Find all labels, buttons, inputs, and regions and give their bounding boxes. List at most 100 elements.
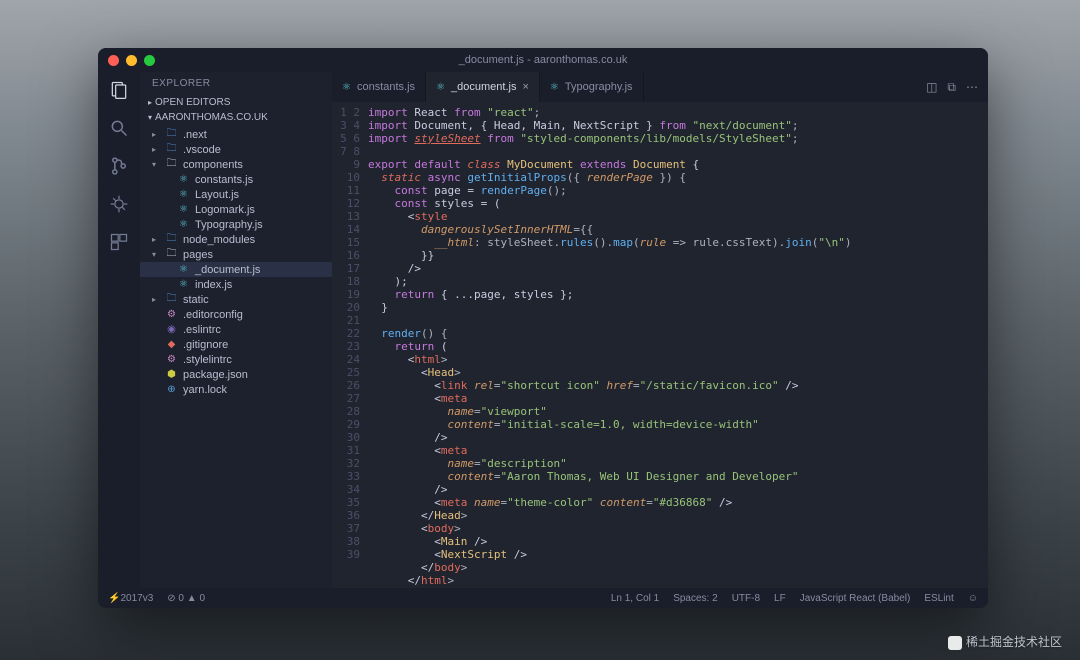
maximize-window-button[interactable] [144, 55, 155, 66]
status-item[interactable]: ⚡2017v3 [108, 593, 153, 604]
file-item[interactable]: ⚙ .editorconfig [140, 307, 332, 322]
tabs-bar: ⚛ constants.js ⚛ _document.js × ⚛ Typography.j… [332, 72, 988, 102]
status-item[interactable]: LF [774, 593, 786, 604]
folder-item[interactable]: ▾🗀pages [140, 247, 332, 262]
json-icon: ⬢ [165, 368, 178, 381]
react-icon: ⚛ [177, 173, 190, 186]
minimize-window-button[interactable] [126, 55, 137, 66]
react-icon: ⚛ [177, 218, 190, 231]
close-tab-icon[interactable]: × [522, 81, 528, 93]
tree-item-label: static [183, 294, 209, 306]
debug-icon[interactable] [109, 194, 129, 214]
file-item[interactable]: ⚛ Layout.js [140, 187, 332, 202]
react-icon: ⚛ [550, 82, 559, 93]
status-item[interactable]: UTF-8 [732, 593, 760, 604]
folder-item[interactable]: ▸🗀.next [140, 127, 332, 142]
tree-item-label: constants.js [195, 174, 253, 186]
folder-item[interactable]: ▸🗀node_modules [140, 232, 332, 247]
file-item[interactable]: ◉ .eslintrc [140, 322, 332, 337]
config-icon: ⚙ [165, 308, 178, 321]
tab-label: Typography.js [565, 81, 633, 93]
close-window-button[interactable] [108, 55, 119, 66]
editor-window: _document.js - aaronthomas.co.uk EXPLORE… [98, 48, 988, 608]
editor-tab[interactable]: ⚛ Typography.js [540, 72, 644, 102]
section-header[interactable]: OPEN EDITORS [140, 95, 332, 110]
tree-item-label: components [183, 159, 243, 171]
folder-item[interactable]: ▾🗀components [140, 157, 332, 172]
sidebar-title: EXPLORER [140, 72, 332, 95]
more-actions-icon[interactable]: ⋯ [966, 80, 978, 94]
file-item[interactable]: ⚛ index.js [140, 277, 332, 292]
tree-item-label: _document.js [195, 264, 260, 276]
file-item[interactable]: ⚙ .stylelintrc [140, 352, 332, 367]
code-editor[interactable]: 1 2 3 4 5 6 7 8 9 10 11 12 13 14 15 16 1… [332, 102, 988, 588]
react-icon: ⚛ [177, 188, 190, 201]
folder-icon: 🗀 [165, 293, 178, 306]
tree-item-label: .vscode [183, 144, 221, 156]
file-item[interactable]: ⊕ yarn.lock [140, 382, 332, 397]
editor-area: ⚛ constants.js ⚛ _document.js × ⚛ Typography.j… [332, 72, 988, 588]
tree-item-label: .gitignore [183, 339, 228, 351]
react-icon: ⚛ [177, 278, 190, 291]
folder-open-icon: 🗀 [165, 248, 178, 261]
react-icon: ⚛ [177, 263, 190, 276]
statusbar: ⚡2017v3 ⊘ 0 ▲ 0 Ln 1, Col 1 Spaces: 2 UTF-8… [98, 588, 988, 608]
tree-item-label: Typography.js [195, 219, 263, 231]
tree-item-label: node_modules [183, 234, 255, 246]
explorer-icon[interactable] [109, 80, 129, 100]
source-control-icon[interactable] [109, 156, 129, 176]
watermark-icon [948, 636, 962, 650]
titlebar[interactable]: _document.js - aaronthomas.co.uk [98, 48, 988, 72]
status-item[interactable]: ESLint [924, 593, 953, 604]
file-item[interactable]: ⚛ Typography.js [140, 217, 332, 232]
status-item[interactable]: JavaScript React (Babel) [800, 593, 911, 604]
sidebar: EXPLORER OPEN EDITORSAARONTHOMAS.CO.UK ▸🗀… [140, 72, 332, 588]
window-title: _document.js - aaronthomas.co.uk [459, 54, 628, 66]
status-item[interactable]: ⊘ 0 ▲ 0 [167, 593, 205, 604]
folder-item[interactable]: ▸🗀static [140, 292, 332, 307]
yarn-icon: ⊕ [165, 383, 178, 396]
activity-bar [98, 72, 140, 588]
file-item[interactable]: ⬢ package.json [140, 367, 332, 382]
watermark: 稀土掘金技术社区 [948, 633, 1062, 650]
folder-icon: 🗀 [165, 233, 178, 246]
git-icon: ◆ [165, 338, 178, 351]
tree-item-label: package.json [183, 369, 248, 381]
react-icon: ⚛ [436, 82, 445, 93]
status-item[interactable]: Ln 1, Col 1 [611, 593, 659, 604]
split-editor-icon[interactable]: ◫ [926, 80, 937, 94]
eslint-icon: ◉ [165, 323, 178, 336]
editor-tab[interactable]: ⚛ _document.js × [426, 72, 540, 102]
file-item[interactable]: ⚛ constants.js [140, 172, 332, 187]
tree-item-label: .editorconfig [183, 309, 243, 321]
react-icon: ⚛ [342, 82, 351, 93]
code-content[interactable]: import React from "react";import Documen… [368, 102, 988, 588]
tree-item-label: Logomark.js [195, 204, 255, 216]
diff-view-icon[interactable]: ⧉ [947, 80, 956, 95]
react-icon: ⚛ [177, 203, 190, 216]
file-item[interactable]: ◆ .gitignore [140, 337, 332, 352]
file-item[interactable]: ⚛ _document.js [140, 262, 332, 277]
tree-item-label: Layout.js [195, 189, 239, 201]
folder-item[interactable]: ▸🗀.vscode [140, 142, 332, 157]
tree-item-label: .eslintrc [183, 324, 221, 336]
tree-item-label: .stylelintrc [183, 354, 232, 366]
tree-item-label: yarn.lock [183, 384, 227, 396]
editor-tab[interactable]: ⚛ constants.js [332, 72, 426, 102]
status-item[interactable]: ☺ [968, 593, 978, 604]
search-icon[interactable] [109, 118, 129, 138]
traffic-lights [108, 55, 155, 66]
tab-label: _document.js [451, 81, 516, 93]
tree-item-label: index.js [195, 279, 232, 291]
section-header[interactable]: AARONTHOMAS.CO.UK [140, 110, 332, 125]
file-item[interactable]: ⚛ Logomark.js [140, 202, 332, 217]
config-icon: ⚙ [165, 353, 178, 366]
folder-icon: 🗀 [165, 143, 178, 156]
tree-item-label: pages [183, 249, 213, 261]
folder-open-icon: 🗀 [165, 158, 178, 171]
tree-item-label: .next [183, 129, 207, 141]
extensions-icon[interactable] [109, 232, 129, 252]
status-item[interactable]: Spaces: 2 [673, 593, 717, 604]
tab-label: constants.js [357, 81, 415, 93]
line-gutter: 1 2 3 4 5 6 7 8 9 10 11 12 13 14 15 16 1… [332, 102, 368, 588]
